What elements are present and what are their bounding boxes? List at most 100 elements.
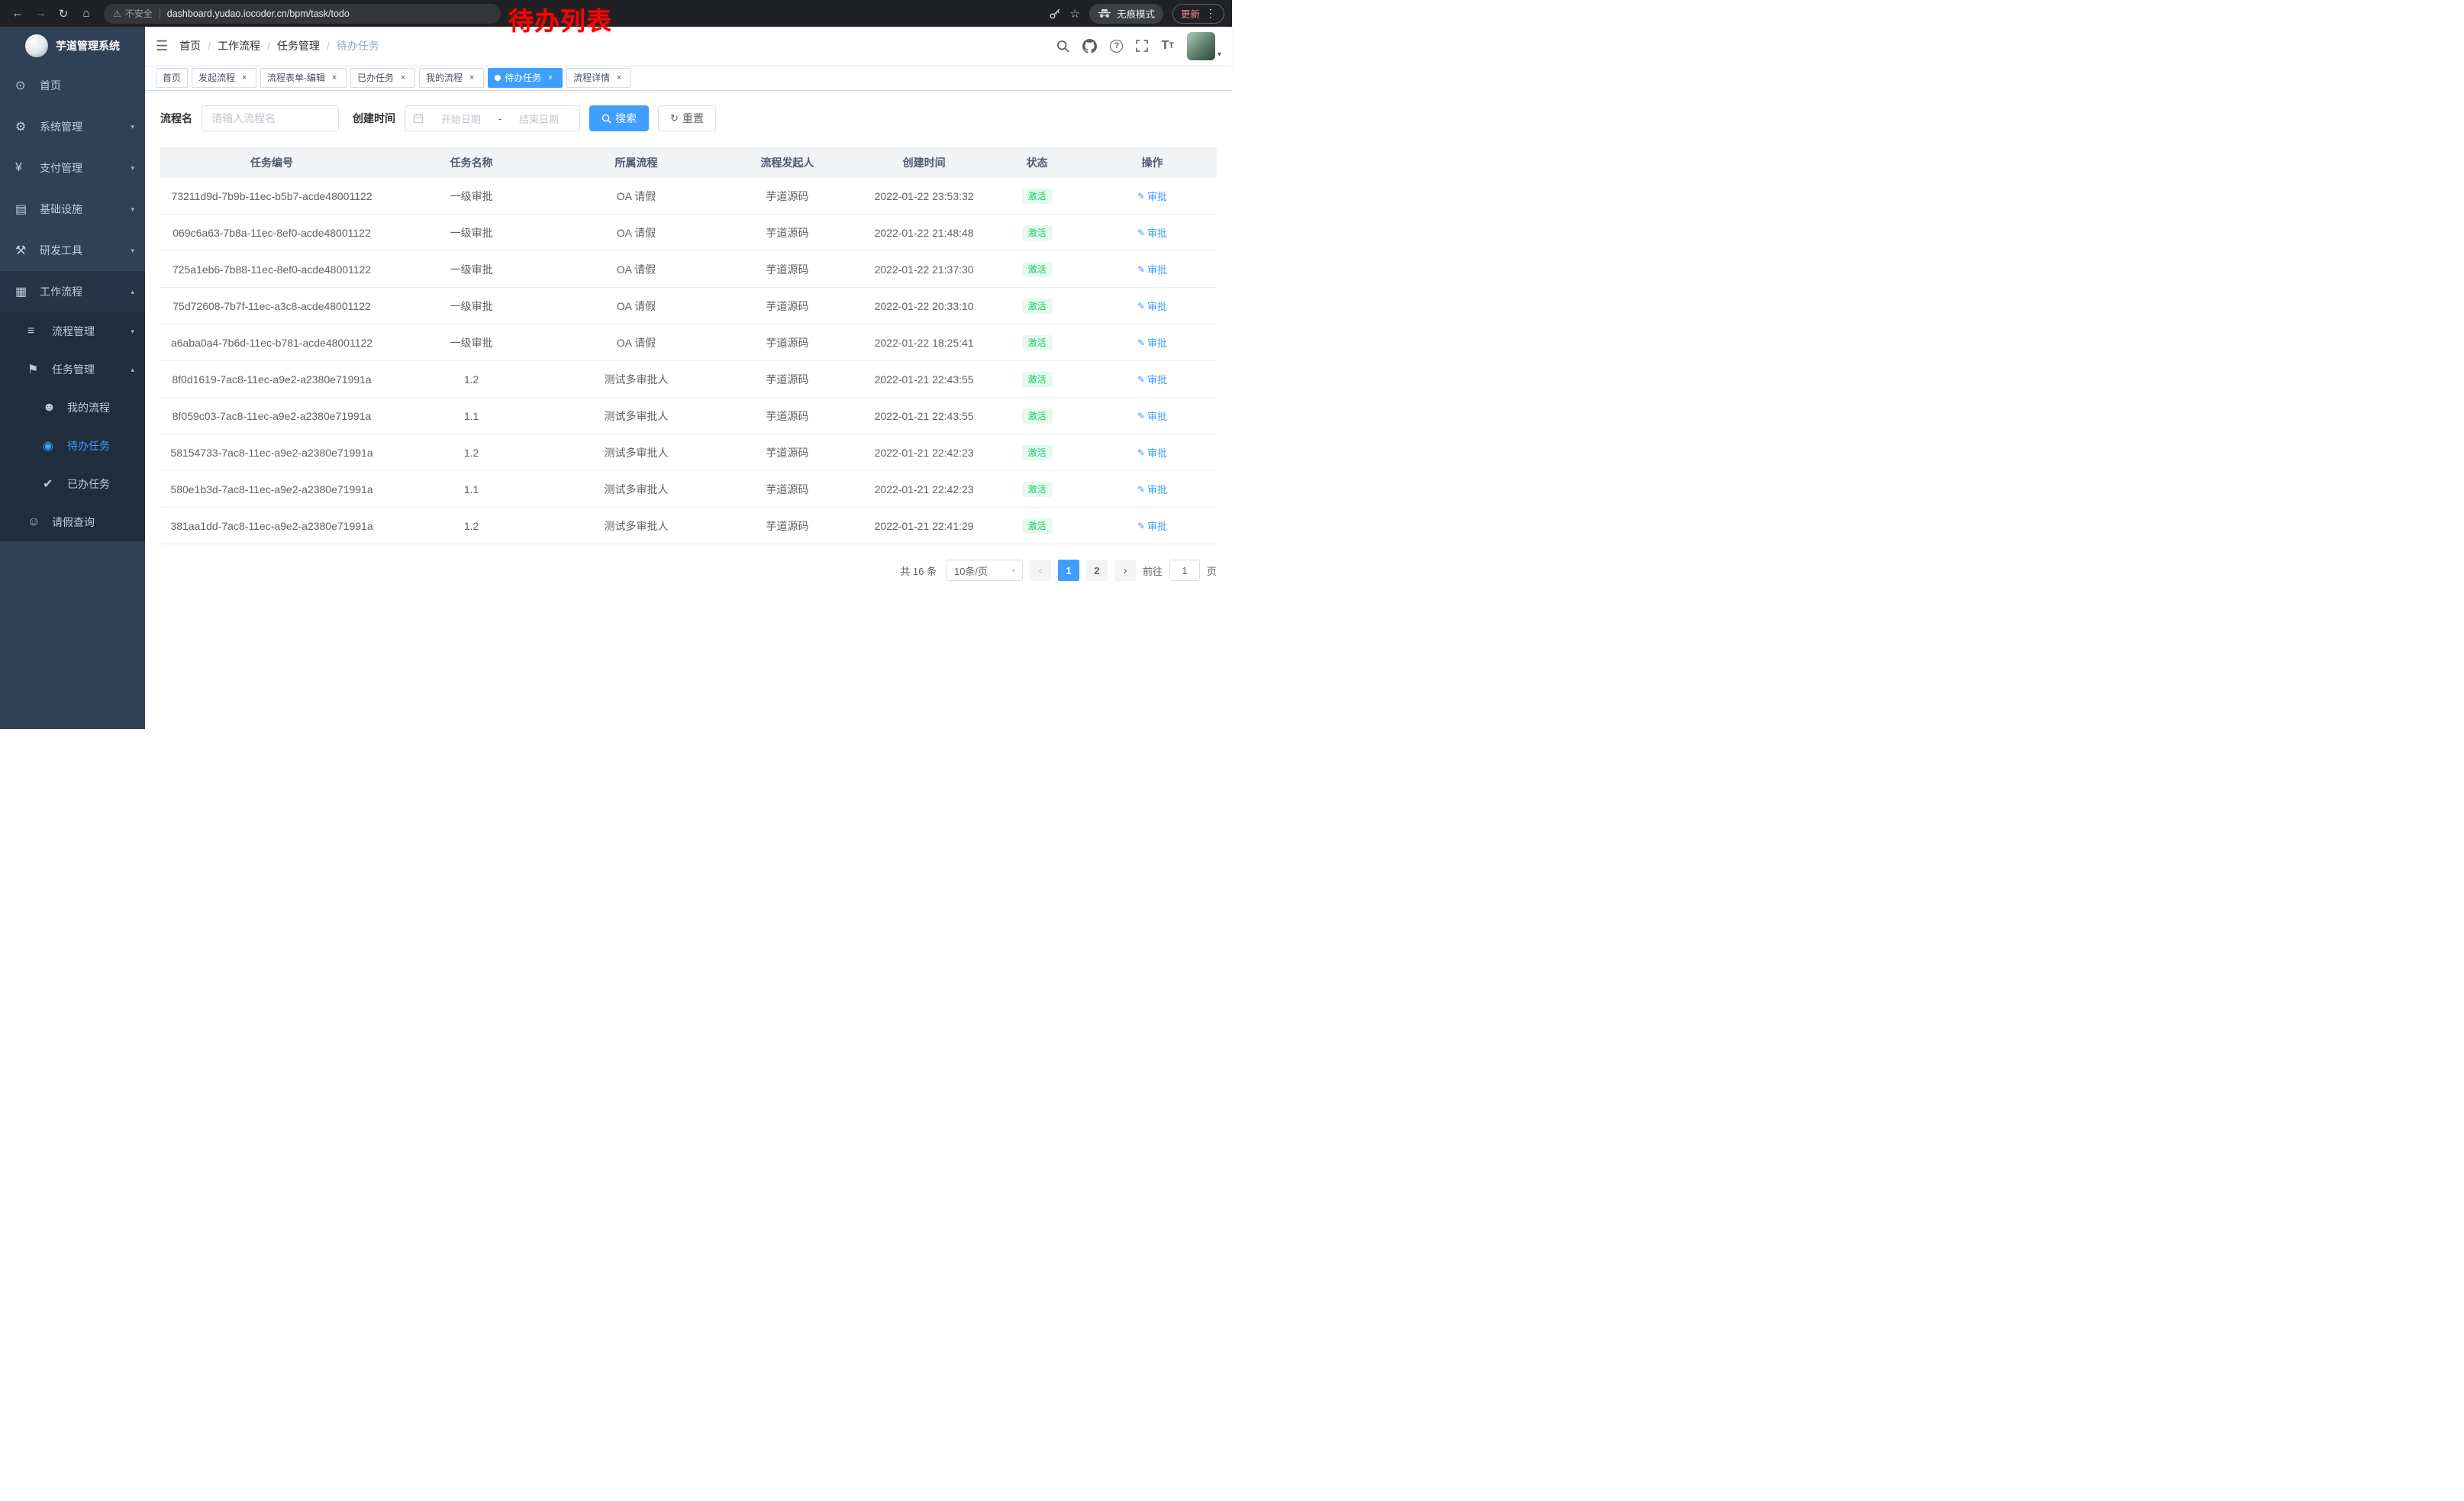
browser-back-icon[interactable]: ← bbox=[8, 4, 27, 24]
prev-page-button[interactable]: ‹ bbox=[1030, 560, 1051, 581]
task-process: 测试多审批人 bbox=[560, 482, 713, 497]
sidebar-item-todo-task[interactable]: ◉ 待办任务 bbox=[0, 427, 145, 465]
incognito-label: 无痕模式 bbox=[1117, 6, 1155, 21]
sidebar-item-process-management[interactable]: ≡ 流程管理 ▾ bbox=[0, 312, 145, 350]
approve-button[interactable]: ✎审批 bbox=[1137, 408, 1167, 423]
sidebar-item-task-management[interactable]: ⚑ 任务管理 ▴ bbox=[0, 350, 145, 389]
approve-button[interactable]: ✎审批 bbox=[1137, 372, 1167, 386]
avatar[interactable] bbox=[1187, 32, 1215, 60]
tab-done-task[interactable]: 已办任务 × bbox=[350, 68, 415, 88]
task-process: 测试多审批人 bbox=[560, 372, 713, 387]
sidebar-item-system[interactable]: ⚙ 系统管理 ▾ bbox=[0, 106, 145, 147]
search-button[interactable]: 搜索 bbox=[589, 105, 649, 131]
sidebar-item-label: 待办任务 bbox=[67, 438, 134, 454]
reset-button[interactable]: ↻ 重置 bbox=[658, 105, 716, 131]
sidebar-item-my-process[interactable]: ☻ 我的流程 bbox=[0, 389, 145, 427]
chevron-down-icon: ▾ bbox=[131, 205, 134, 214]
approve-label: 审批 bbox=[1147, 408, 1167, 423]
chevron-down-icon: ▾ bbox=[131, 247, 134, 255]
user-menu[interactable]: ▾ bbox=[1187, 32, 1221, 60]
end-date-placeholder[interactable]: 结束日期 bbox=[506, 111, 572, 126]
search-icon[interactable] bbox=[1056, 40, 1069, 53]
sidebar-item-label: 工作流程 bbox=[40, 284, 126, 299]
approve-button[interactable]: ✎审批 bbox=[1137, 335, 1167, 350]
tab-process-form-edit[interactable]: 流程表单-编辑 × bbox=[260, 68, 347, 88]
sidebar-item-workflow[interactable]: ▦ 工作流程 ▴ bbox=[0, 271, 145, 312]
sidebar-collapse-icon[interactable]: ☰ bbox=[156, 38, 168, 54]
tab-home[interactable]: 首页 bbox=[156, 68, 188, 88]
browser-update-button[interactable]: 更新 ⋮ bbox=[1172, 4, 1224, 24]
task-status: 激活 bbox=[986, 482, 1088, 497]
page-size-select[interactable]: 10条/页 ▾ bbox=[947, 560, 1023, 581]
bookmark-star-icon[interactable]: ☆ bbox=[1070, 7, 1080, 21]
breadcrumb-current: 待办任务 bbox=[337, 38, 379, 53]
range-separator: - bbox=[497, 113, 503, 124]
tab-label: 流程表单-编辑 bbox=[267, 71, 325, 84]
approve-label: 审批 bbox=[1147, 225, 1167, 240]
task-process: OA 请假 bbox=[560, 262, 713, 277]
tab-start-process[interactable]: 发起流程 × bbox=[192, 68, 256, 88]
close-icon[interactable]: × bbox=[614, 73, 624, 83]
approve-label: 审批 bbox=[1147, 482, 1167, 496]
browser-reload-icon[interactable]: ↻ bbox=[53, 4, 73, 24]
password-key-icon[interactable] bbox=[1049, 8, 1061, 20]
close-icon[interactable]: × bbox=[329, 73, 340, 83]
refresh-icon: ↻ bbox=[670, 112, 679, 124]
approve-button[interactable]: ✎审批 bbox=[1137, 518, 1167, 533]
edit-icon: ✎ bbox=[1137, 191, 1145, 202]
process-name-input[interactable] bbox=[202, 105, 339, 131]
help-icon[interactable]: ? bbox=[1110, 40, 1123, 53]
sidebar-item-infrastructure[interactable]: ▤ 基础设施 ▾ bbox=[0, 189, 145, 230]
page-button-1[interactable]: 1 bbox=[1058, 560, 1079, 581]
close-icon[interactable]: × bbox=[239, 73, 250, 83]
task-id: 580e1b3d-7ac8-11ec-a9e2-a2380e71991a bbox=[160, 483, 383, 495]
next-page-button[interactable]: › bbox=[1114, 560, 1136, 581]
task-created: 2022-01-21 22:43:55 bbox=[862, 410, 986, 422]
approve-button[interactable]: ✎审批 bbox=[1137, 189, 1167, 203]
sidebar-item-done-task[interactable]: ✔ 已办任务 bbox=[0, 465, 145, 503]
table-row: 725a1eb6-7b88-11ec-8ef0-acde48001122 一级审… bbox=[160, 251, 1217, 288]
date-range-picker[interactable]: 开始日期 - 结束日期 bbox=[405, 105, 580, 131]
tab-todo-task[interactable]: 待办任务 × bbox=[488, 68, 563, 88]
approve-button[interactable]: ✎审批 bbox=[1137, 262, 1167, 276]
task-initiator: 芋道源码 bbox=[713, 262, 862, 277]
approve-button[interactable]: ✎审批 bbox=[1137, 225, 1167, 240]
browser-menu-icon[interactable]: ⋮ bbox=[1205, 7, 1216, 20]
table-row: 8f0d1619-7ac8-11ec-a9e2-a2380e71991a 1.2… bbox=[160, 361, 1217, 398]
task-initiator: 芋道源码 bbox=[713, 482, 862, 497]
sidebar-item-payment[interactable]: ¥ 支付管理 ▾ bbox=[0, 147, 145, 189]
breadcrumb-item[interactable]: 首页 bbox=[179, 38, 201, 53]
user-icon: ☺ bbox=[27, 515, 46, 529]
approve-button[interactable]: ✎审批 bbox=[1137, 445, 1167, 460]
sidebar-item-devtools[interactable]: ⚒ 研发工具 ▾ bbox=[0, 230, 145, 271]
close-icon[interactable]: × bbox=[398, 73, 408, 83]
start-date-placeholder[interactable]: 开始日期 bbox=[428, 111, 494, 126]
address-bar[interactable]: ⚠ 不安全 dashboard.yudao.iocoder.cn/bpm/tas… bbox=[104, 4, 501, 24]
approve-button[interactable]: ✎审批 bbox=[1137, 299, 1167, 313]
fullscreen-icon[interactable] bbox=[1136, 40, 1148, 52]
table-row: a6aba0a4-7b6d-11ec-b781-acde48001122 一级审… bbox=[160, 324, 1217, 361]
browser-home-icon[interactable]: ⌂ bbox=[76, 4, 96, 24]
workflow-icon: ▦ bbox=[15, 284, 34, 299]
tab-process-detail[interactable]: 流程详情 × bbox=[566, 68, 631, 88]
sidebar-item-home[interactable]: ⊙ 首页 bbox=[0, 65, 145, 106]
browser-forward-icon[interactable]: → bbox=[31, 4, 50, 24]
approve-button[interactable]: ✎审批 bbox=[1137, 482, 1167, 496]
sidebar-item-leave-query[interactable]: ☺ 请假查询 bbox=[0, 503, 145, 541]
breadcrumb-item[interactable]: 工作流程 bbox=[218, 38, 260, 53]
task-status: 激活 bbox=[986, 518, 1088, 534]
font-size-icon[interactable]: TT bbox=[1161, 40, 1174, 52]
table-row: 381aa1dd-7ac8-11ec-a9e2-a2380e71991a 1.2… bbox=[160, 508, 1217, 544]
goto-page-input[interactable] bbox=[1169, 560, 1200, 581]
close-icon[interactable]: × bbox=[466, 73, 477, 83]
tab-my-process[interactable]: 我的流程 × bbox=[419, 68, 484, 88]
task-status: 激活 bbox=[986, 189, 1088, 204]
app-logo[interactable]: 芋道管理系统 bbox=[0, 27, 145, 65]
github-icon[interactable] bbox=[1082, 39, 1097, 53]
task-name: 1.2 bbox=[383, 447, 560, 459]
app-title: 芋道管理系统 bbox=[56, 38, 120, 53]
task-action: ✎审批 bbox=[1088, 445, 1217, 460]
close-icon[interactable]: × bbox=[545, 73, 556, 83]
page-button-2[interactable]: 2 bbox=[1086, 560, 1108, 581]
breadcrumb-item[interactable]: 任务管理 bbox=[277, 38, 320, 53]
